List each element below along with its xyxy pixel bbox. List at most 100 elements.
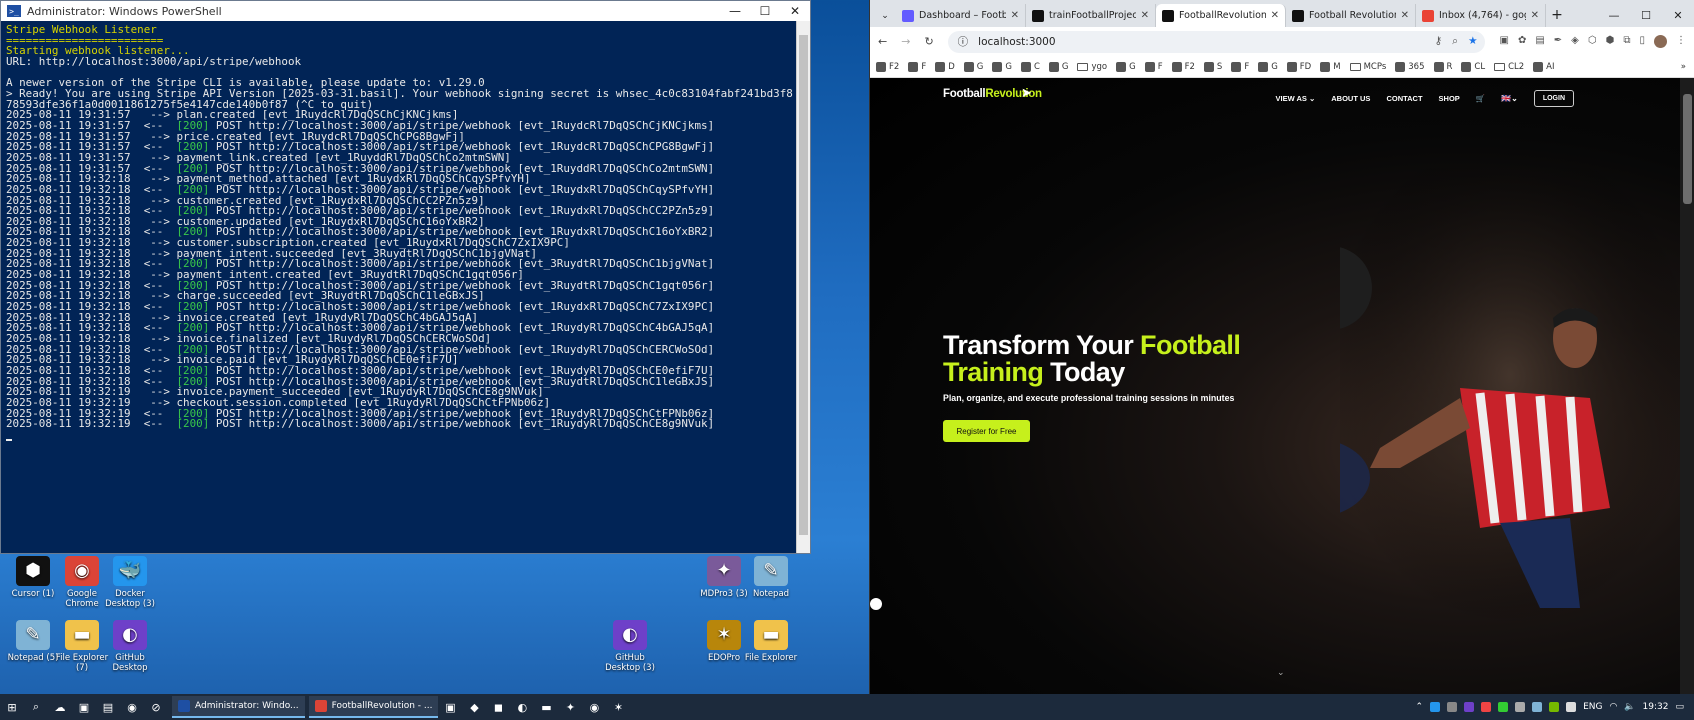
bookmark-item[interactable]: ygo bbox=[1077, 62, 1107, 72]
tab-search-icon[interactable]: ⌄ bbox=[874, 4, 896, 27]
pinned-app-icon[interactable]: ▬ bbox=[535, 696, 557, 718]
pinned-app-icon[interactable]: ☁ bbox=[49, 696, 71, 718]
bookmark-item[interactable]: F bbox=[908, 61, 926, 72]
powershell-window[interactable]: >_ Administrator: Windows PowerShell — ☐… bbox=[0, 0, 811, 554]
extension-icon[interactable]: ◈ bbox=[1571, 35, 1579, 48]
site-info-icon[interactable]: ⓘ bbox=[958, 34, 969, 49]
bookmark-star-icon[interactable]: ★ bbox=[1468, 35, 1477, 48]
forward-icon[interactable]: → bbox=[901, 35, 910, 48]
bookmark-item[interactable]: F2 bbox=[1171, 61, 1195, 72]
extension-icon[interactable]: ▣ bbox=[1499, 35, 1508, 48]
profile-avatar[interactable] bbox=[1654, 35, 1667, 48]
bookmark-item[interactable]: F bbox=[1144, 61, 1163, 72]
extension-icon[interactable]: ✿ bbox=[1518, 35, 1526, 48]
extension-icon[interactable]: ✒ bbox=[1554, 35, 1562, 48]
bookmark-item[interactable]: D bbox=[935, 61, 955, 72]
bookmark-item[interactable]: CL2 bbox=[1494, 62, 1524, 72]
pinned-app-icon[interactable]: ⊘ bbox=[145, 696, 167, 718]
bookmark-item[interactable]: MCPs bbox=[1349, 62, 1386, 72]
chat-widget-icon[interactable] bbox=[870, 598, 882, 610]
bookmark-item[interactable]: S bbox=[1203, 61, 1222, 72]
language-indicator[interactable]: ENG bbox=[1583, 702, 1602, 712]
extension-icon[interactable]: ⬡ bbox=[1588, 35, 1597, 48]
start-windows-icon[interactable]: ⊞ bbox=[1, 696, 23, 718]
tab-close-icon[interactable]: ✕ bbox=[1401, 10, 1409, 21]
network-icon[interactable]: ◠ bbox=[1609, 702, 1617, 712]
tray-app-icon[interactable] bbox=[1532, 702, 1543, 712]
bookmark-item[interactable]: F bbox=[1231, 61, 1249, 72]
tray-app-icon[interactable] bbox=[1549, 702, 1560, 712]
scrollbar-thumb[interactable] bbox=[1683, 94, 1692, 204]
bookmark-item[interactable]: AI bbox=[1533, 61, 1555, 72]
pinned-app-icon[interactable]: ▣ bbox=[73, 696, 95, 718]
github-desktop-icon[interactable]: ◐ GitHub Desktop bbox=[100, 620, 160, 673]
tray-app-icon[interactable] bbox=[1430, 702, 1441, 712]
bookmarks-overflow-icon[interactable]: » bbox=[1681, 62, 1694, 72]
taskbar-app-button[interactable]: Administrator: Windo... bbox=[172, 696, 305, 718]
extension-icon[interactable]: ▤ bbox=[1535, 35, 1544, 48]
website-viewport[interactable]: FootballRevolution ➤ VIEW AS ⌄ ABOUT US … bbox=[870, 78, 1680, 694]
pinned-app-icon[interactable]: ✦ bbox=[559, 696, 581, 718]
browser-tab[interactable]: FootballRevolution – Tr ✕ bbox=[1156, 4, 1286, 27]
browser-window[interactable]: ⌄ Dashboard – FootballT✕trainFootballPro… bbox=[869, 0, 1694, 694]
maximize-button[interactable]: ☐ bbox=[1630, 4, 1662, 27]
nav-view-as[interactable]: VIEW AS ⌄ bbox=[1276, 94, 1316, 103]
browser-tab[interactable]: Dashboard – FootballT ✕ bbox=[896, 4, 1026, 27]
clock[interactable]: 19:32 bbox=[1643, 702, 1669, 712]
search-icon[interactable]: ⌕ bbox=[25, 696, 47, 718]
notepad-icon[interactable]: ✎ Notepad bbox=[741, 556, 801, 599]
nav-about-us[interactable]: ABOUT US bbox=[1331, 94, 1370, 103]
bookmark-item[interactable]: FD bbox=[1286, 61, 1311, 72]
scrollbar-thumb[interactable] bbox=[799, 35, 808, 535]
nav-contact[interactable]: CONTACT bbox=[1386, 94, 1422, 103]
tab-close-icon[interactable]: ✕ bbox=[1271, 10, 1279, 21]
volume-icon[interactable]: 🔈 bbox=[1624, 702, 1635, 712]
pinned-app-icon[interactable]: ◼ bbox=[487, 696, 509, 718]
close-button[interactable]: ✕ bbox=[1662, 4, 1694, 27]
bookmark-item[interactable]: CL bbox=[1461, 61, 1485, 72]
pinned-app-icon[interactable]: ✶ bbox=[607, 696, 629, 718]
pinned-app-icon[interactable]: ◐ bbox=[511, 696, 533, 718]
extension-icon[interactable]: ⬢ bbox=[1606, 35, 1615, 48]
powershell-titlebar[interactable]: >_ Administrator: Windows PowerShell — ☐… bbox=[1, 1, 810, 21]
bookmark-item[interactable]: G bbox=[1048, 61, 1068, 72]
tab-close-icon[interactable]: ✕ bbox=[1141, 10, 1149, 21]
close-button[interactable]: ✕ bbox=[780, 4, 810, 18]
bookmark-item[interactable]: M bbox=[1320, 61, 1341, 72]
reload-icon[interactable]: ↻ bbox=[924, 35, 933, 48]
new-tab-button[interactable]: + bbox=[1546, 4, 1568, 27]
pinned-app-icon[interactable]: ▤ bbox=[97, 696, 119, 718]
bookmark-item[interactable]: 365 bbox=[1395, 61, 1425, 72]
bookmark-item[interactable]: G bbox=[1116, 61, 1136, 72]
maximize-button[interactable]: ☐ bbox=[750, 4, 780, 18]
tray-app-icon[interactable] bbox=[1481, 702, 1492, 712]
bookmark-item[interactable]: C bbox=[1020, 61, 1040, 72]
page-scrollbar[interactable] bbox=[1680, 78, 1694, 694]
file-explorer-icon[interactable]: ▬ File Explorer bbox=[741, 620, 801, 663]
login-button[interactable]: LOGIN bbox=[1533, 90, 1574, 107]
extensions-puzzle-icon[interactable]: ⧉ bbox=[1623, 35, 1630, 48]
language-flag-icon[interactable]: 🇬🇧⌄ bbox=[1501, 94, 1518, 103]
bookmark-item[interactable]: G bbox=[1258, 61, 1278, 72]
cart-icon[interactable]: 🛒 bbox=[1476, 94, 1485, 103]
pinned-app-icon[interactable]: ◉ bbox=[121, 696, 143, 718]
github-desktop3-icon[interactable]: ◐ GitHub Desktop (3) bbox=[600, 620, 660, 673]
bookmark-item[interactable]: F2 bbox=[876, 61, 899, 72]
nav-shop[interactable]: SHOP bbox=[1439, 94, 1460, 103]
tray-app-icon[interactable] bbox=[1566, 702, 1577, 712]
browser-tab[interactable]: trainFootballProject | tr ✕ bbox=[1026, 4, 1156, 27]
back-icon[interactable]: ← bbox=[878, 35, 887, 48]
register-button[interactable]: Register for Free bbox=[943, 420, 1030, 442]
browser-tab[interactable]: Football Revolution ✕ bbox=[1286, 4, 1416, 27]
show-hidden-icons[interactable]: ⌃ bbox=[1416, 702, 1424, 712]
minimize-button[interactable]: — bbox=[1598, 4, 1630, 27]
bookmark-item[interactable]: R bbox=[1433, 61, 1452, 72]
console-scrollbar[interactable] bbox=[796, 21, 810, 553]
tray-app-icon[interactable] bbox=[1464, 702, 1475, 712]
pinned-app-icon[interactable]: ◆ bbox=[463, 696, 485, 718]
bookmark-item[interactable]: G bbox=[963, 61, 983, 72]
menu-icon[interactable]: ⋮ bbox=[1676, 35, 1686, 48]
tab-close-icon[interactable]: ✕ bbox=[1011, 10, 1019, 21]
scroll-down-icon[interactable]: ⌄ bbox=[1277, 668, 1285, 678]
pinned-app-icon[interactable]: ▣ bbox=[439, 696, 461, 718]
